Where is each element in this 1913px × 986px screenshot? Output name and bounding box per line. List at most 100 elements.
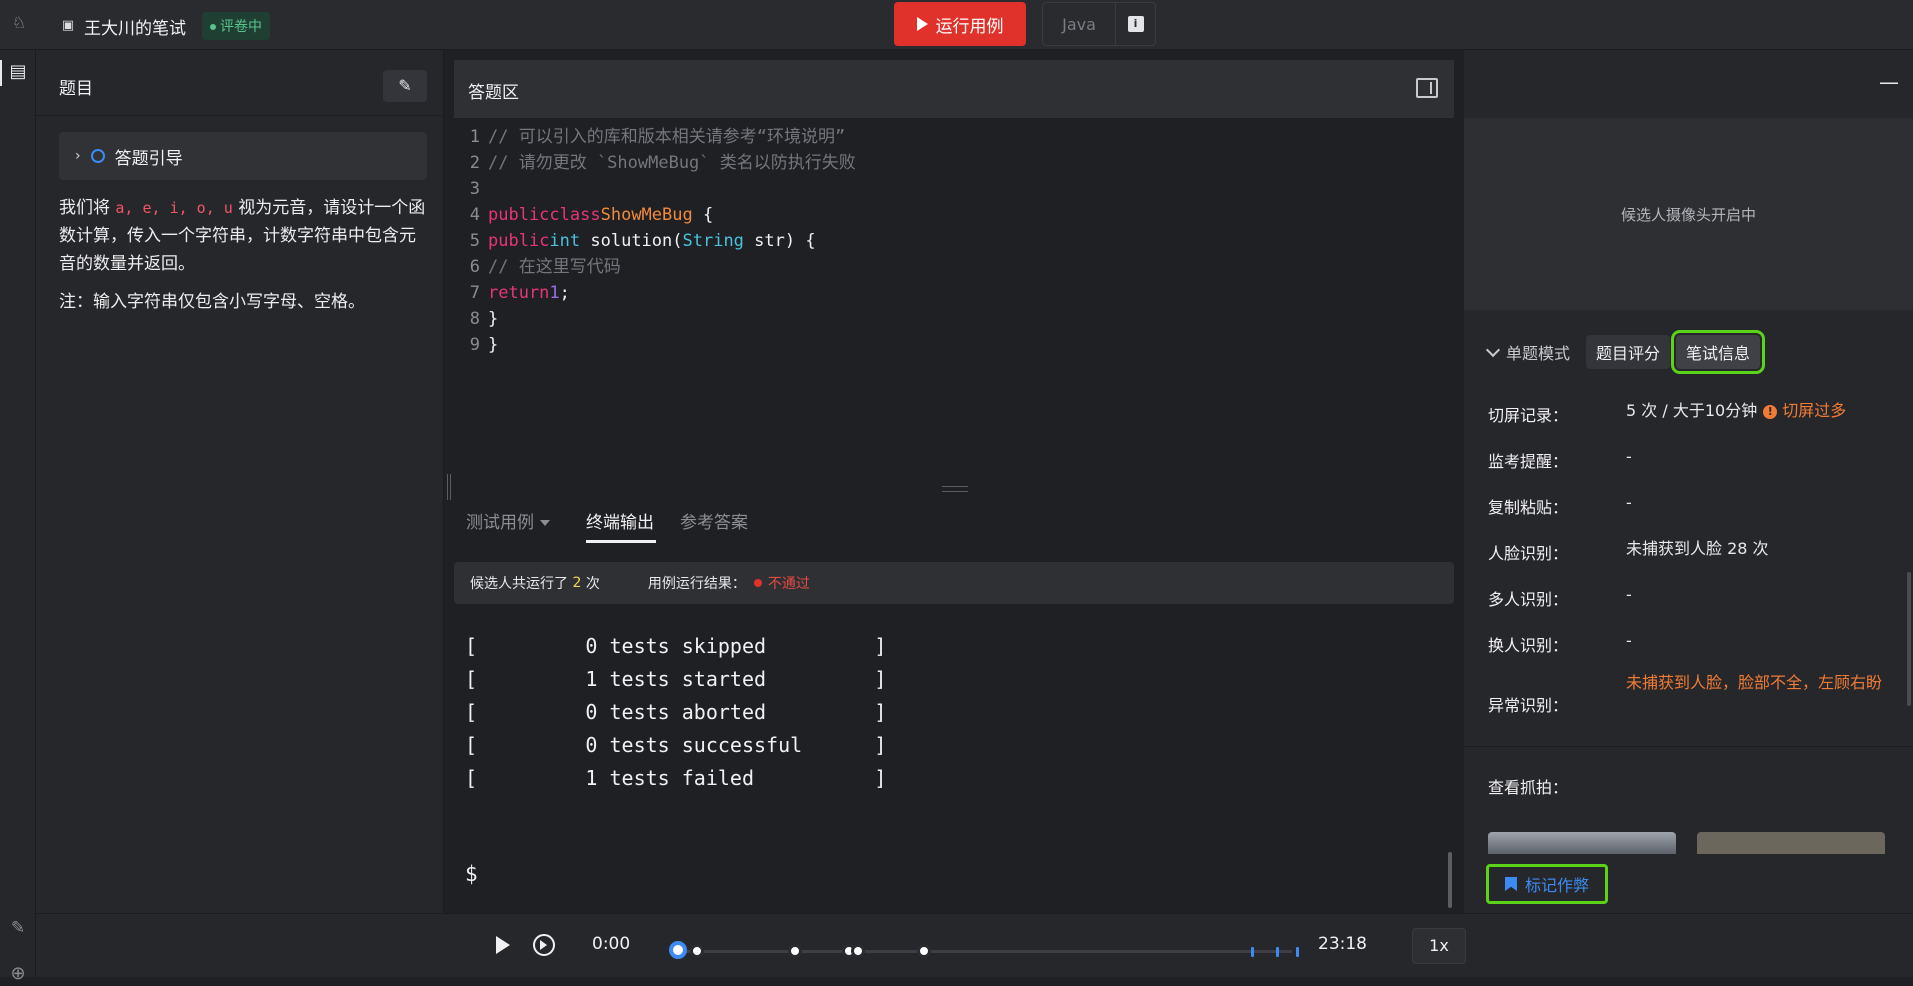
play-icon[interactable] xyxy=(496,936,510,954)
question-text: 我们将 a, e, i, o, u 视为元音，请设计一个函数计算，传入一个字符串… xyxy=(59,194,431,316)
info-row-person-swap: 换人识别： - xyxy=(1488,631,1632,655)
warning-icon: ! xyxy=(1763,404,1778,419)
code-lines[interactable]: 1// 可以引入的库和版本相关请参考“环境说明” 2// 请勿更改 `ShowM… xyxy=(454,124,1454,358)
pin-button[interactable]: ✎ xyxy=(383,70,427,102)
candidate-camera: 候选人摄像头开启中 xyxy=(1464,118,1913,310)
info-button[interactable]: i xyxy=(1116,2,1156,46)
playback-bar: 0:00 23:18 1x xyxy=(36,913,1913,977)
terminal-line: [ 0 tests successful ] xyxy=(465,733,887,757)
snapshot-thumbnail[interactable] xyxy=(1697,832,1885,854)
exam-title-group: ▣ 王大川的笔试 评卷中 xyxy=(60,12,270,40)
exam-title: 王大川的笔试 xyxy=(84,18,186,39)
result-label: 用例运行结果： xyxy=(647,576,746,592)
code-line-5: 5 public int solution(String str) { xyxy=(469,231,816,251)
tab-test-cases[interactable]: 测试用例 xyxy=(466,508,550,533)
progress-thumb[interactable] xyxy=(669,941,687,959)
mode-tabs: 单题模式 题目评分 笔试信息 xyxy=(1485,330,1908,374)
tab-reference-answer[interactable]: 参考答案 xyxy=(680,508,748,533)
snapshots-label: 查看抓拍： xyxy=(1488,778,1569,797)
question-body-start: 我们将 xyxy=(59,198,110,218)
warning-tag: 切屏过多 xyxy=(1782,401,1847,420)
code-line-7: 7 return 1; xyxy=(469,283,570,303)
run-count-prefix: 候选人共运行了 xyxy=(470,576,568,592)
single-question-mode-toggle[interactable]: 单题模式 xyxy=(1485,340,1571,364)
mode-label: 单题模式 xyxy=(1506,344,1571,363)
output-tabs: 测试用例 终端输出 参考答案 xyxy=(454,494,1454,546)
info-row-copy-paste: 复制粘贴： - xyxy=(1488,493,1632,517)
question-header: 题目 ✎ xyxy=(36,50,443,116)
replay-icon[interactable] xyxy=(533,934,555,956)
timeline-tick xyxy=(1276,947,1279,957)
total-time: 23:18 xyxy=(1318,934,1367,954)
status-dot-icon xyxy=(210,24,216,30)
code-line-1: 1// 可以引入的库和版本相关请参考“环境说明” xyxy=(469,127,846,147)
info-row-screen-switch: 切屏记录： 5 次 / 大于10分钟! 切屏过多 xyxy=(1488,401,1847,425)
playback-speed-button[interactable]: 1x xyxy=(1412,928,1466,964)
pin-icon: ✎ xyxy=(398,76,412,95)
question-panel-title: 题目 xyxy=(59,79,93,99)
top-bar: ♘ ▣ 王大川的笔试 评卷中 运行用例 Java i xyxy=(0,0,1913,50)
info-row-anomaly: 异常识别： 未捕获到人脸，脸部不全，左顾右盼 xyxy=(1488,673,1883,715)
code-line-6: 6 // 在这里写代码 xyxy=(469,257,621,277)
vertical-resize-handle[interactable] xyxy=(447,474,451,500)
timeline-marker[interactable] xyxy=(690,944,704,958)
rail-active-indicator xyxy=(0,60,2,86)
monitor-header: — xyxy=(1464,50,1913,116)
output-scrollbar[interactable] xyxy=(1448,852,1452,908)
mark-cheating-label: 标记作弊 xyxy=(1524,876,1589,895)
run-tests-label: 运行用例 xyxy=(935,16,1004,37)
code-line-4: 4 public class ShowMeBug { xyxy=(469,205,714,225)
info-icon: i xyxy=(1127,16,1144,32)
timeline-tick xyxy=(1251,947,1254,957)
camera-status-text: 候选人摄像头开启中 xyxy=(1620,205,1756,224)
mark-cheating-button[interactable]: 标记作弊 xyxy=(1486,864,1608,904)
code-line-3: 3 xyxy=(469,179,480,199)
answer-guide-toggle[interactable]: › 答题引导 xyxy=(59,132,427,180)
terminal-line: [ 1 tests started ] xyxy=(465,667,887,691)
info-row-proctor-reminder: 监考提醒： - xyxy=(1488,447,1632,471)
chevron-down-icon xyxy=(1485,342,1501,358)
globe-icon[interactable]: ⊕ xyxy=(6,962,30,986)
code-line-9: 9} xyxy=(469,335,499,355)
tab-question-score[interactable]: 题目评分 xyxy=(1586,335,1671,369)
terminal-prompt[interactable]: $ xyxy=(465,862,478,886)
snapshot-thumbnail[interactable] xyxy=(1488,832,1676,854)
code-line-2: 2// 请勿更改 `ShowMeBug` 类名以防执行失败 xyxy=(469,153,856,173)
medal-icon[interactable]: ♘ xyxy=(8,12,30,34)
tab-terminal-output[interactable]: 终端输出 xyxy=(586,508,654,533)
fail-status-icon xyxy=(753,579,762,587)
terminal-output: [ 0 tests skipped ] [ 1 tests started ] … xyxy=(465,630,886,795)
bookmark-icon xyxy=(1504,877,1517,891)
language-select[interactable]: Java xyxy=(1042,2,1116,46)
timeline-marker[interactable] xyxy=(788,944,802,958)
active-tab-underline xyxy=(586,540,656,543)
vowel-list: a, e, i, o, u xyxy=(115,199,233,217)
location-pin-icon xyxy=(90,149,105,163)
document-icon[interactable]: ▤ xyxy=(6,60,30,84)
status-text: 评卷中 xyxy=(220,19,262,35)
exam-info-list: 切屏记录： 5 次 / 大于10分钟! 切屏过多 监考提醒： - 复制粘贴： -… xyxy=(1488,390,1908,715)
monitor-scrollbar[interactable] xyxy=(1907,572,1911,706)
terminal-line: [ 1 tests failed ] xyxy=(465,766,887,790)
notes-icon[interactable]: ✎ xyxy=(6,916,30,940)
editor-header: 答题区 xyxy=(454,60,1454,118)
run-tests-button[interactable]: 运行用例 xyxy=(894,2,1026,46)
divider xyxy=(1464,746,1913,747)
play-icon xyxy=(916,17,928,31)
info-row-multi-person: 多人识别： - xyxy=(1488,585,1632,609)
horizontal-resize-handle[interactable] xyxy=(942,486,968,492)
caret-down-icon xyxy=(540,520,550,526)
progress-track[interactable] xyxy=(672,950,1292,953)
current-time: 0:00 xyxy=(592,934,631,954)
timeline-marker[interactable] xyxy=(917,944,931,958)
tab-exam-info[interactable]: 笔试信息 xyxy=(1671,330,1766,374)
minimize-button[interactable]: — xyxy=(1879,70,1899,94)
left-rail: ▤ ✎ ⊕ xyxy=(0,50,36,984)
run-count: 2 xyxy=(572,575,582,591)
run-stats-bar: 候选人共运行了 2 次 用例运行结果： 不通过 xyxy=(454,562,1454,604)
split-layout-icon[interactable] xyxy=(1416,78,1438,98)
code-editor[interactable]: 答题区 1// 可以引入的库和版本相关请参考“环境说明” 2// 请勿更改 `S… xyxy=(454,60,1454,480)
timeline-marker[interactable] xyxy=(851,944,865,958)
question-body-end: 视为元音，请设计一个函数计算，传入一个字符串，计数字符串中包含元音的数量并返回。 xyxy=(59,198,426,274)
chevron-right-icon: › xyxy=(75,148,81,164)
